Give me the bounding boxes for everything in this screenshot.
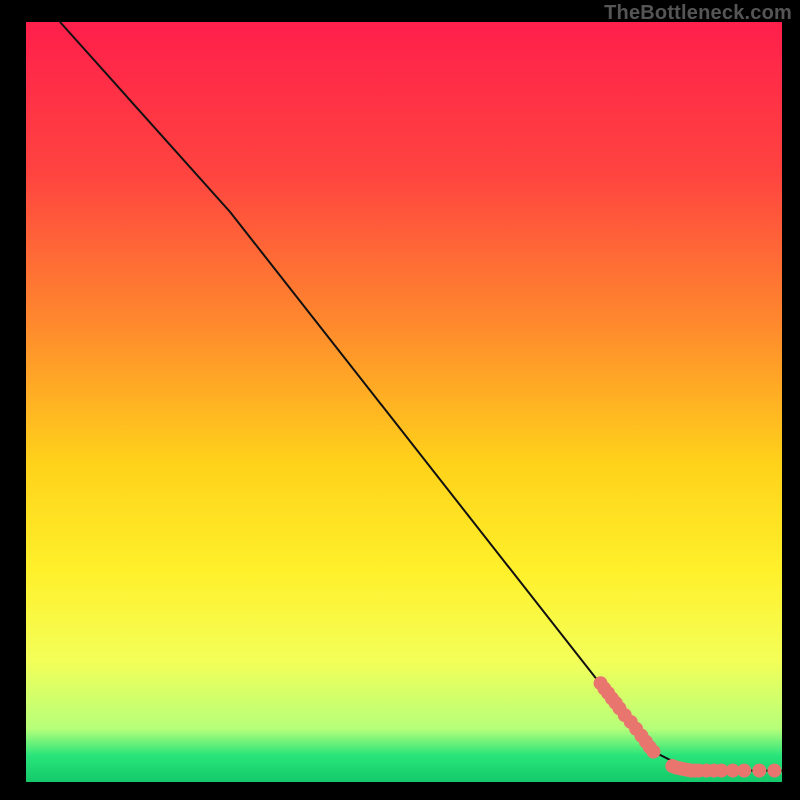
scatter-point (646, 745, 660, 759)
scatter-point (752, 764, 766, 778)
watermark-text: TheBottleneck.com (604, 2, 792, 25)
scatter-point (737, 764, 751, 778)
bottleneck-chart (0, 0, 800, 800)
scatter-point (767, 764, 781, 778)
plot-area-gradient (26, 22, 782, 782)
chart-container: TheBottleneck.com (0, 0, 800, 800)
